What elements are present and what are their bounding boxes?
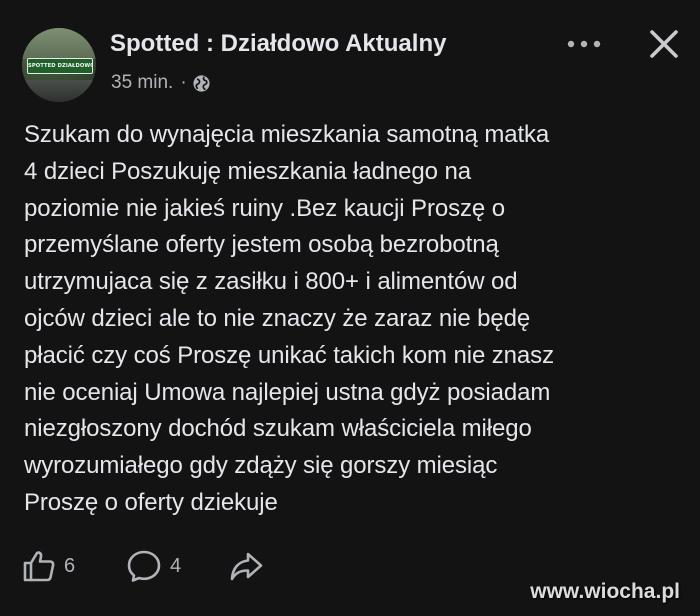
post-text-line: poziomie nie jakieś ruiny .Bez kaucji Pr… bbox=[24, 194, 505, 222]
post-text-line: nie oceniaj Umowa najlepiej ustna gdyż p… bbox=[24, 378, 551, 406]
like-button[interactable]: 6 bbox=[22, 549, 126, 583]
post-actions: 6 4 bbox=[22, 548, 264, 584]
post-text-line: płacić czy coś Proszę unikać takich kom … bbox=[24, 341, 554, 369]
close-icon bbox=[650, 30, 678, 58]
avatar-sign: SPOTTED DZIAŁDOWO bbox=[27, 58, 93, 74]
post-text-line: przemyślane oferty jestem osobą bezrobot… bbox=[24, 231, 499, 259]
post-text-line: wyrozumiałego gdy zdąży się gorszy miesi… bbox=[24, 452, 498, 480]
post-text-line: ojców dzieci ale to nie znaczy że zaraz … bbox=[24, 304, 531, 332]
watermark: www.wiocha.pl bbox=[530, 580, 680, 603]
post-text-line: Szukam do wynajęcia mieszkania samotną m… bbox=[24, 121, 550, 148]
post-text-line: utrzymujaca się z zasiłku i 800+ i alime… bbox=[24, 268, 518, 296]
more-options-button[interactable] bbox=[565, 34, 605, 54]
post-text-line: Proszę o oferty dziekuje bbox=[24, 488, 278, 516]
comment-button[interactable]: 4 bbox=[126, 549, 228, 583]
page-avatar[interactable]: SPOTTED DZIAŁDOWO bbox=[22, 28, 96, 102]
comment-icon bbox=[127, 550, 161, 582]
post-meta: 35 min. · bbox=[111, 72, 211, 94]
post-text-line: niezgłoszony dochód szukam właściciela m… bbox=[24, 415, 532, 443]
page-name[interactable]: Spotted : Działdowo Aktualny bbox=[110, 30, 446, 58]
share-icon bbox=[230, 552, 263, 581]
close-button[interactable] bbox=[646, 26, 682, 62]
post-text-line: 4 dzieci Poszukuję mieszkania ładnego na bbox=[24, 157, 471, 185]
share-button[interactable] bbox=[228, 549, 264, 583]
post-timestamp[interactable]: 35 min. bbox=[111, 72, 173, 94]
meta-separator: · bbox=[180, 72, 187, 93]
like-count: 6 bbox=[64, 554, 76, 577]
post-text: Szukam do wynajęcia mieszkania samotną m… bbox=[24, 117, 684, 522]
facebook-post: SPOTTED DZIAŁDOWO Spotted : Działdowo Ak… bbox=[0, 0, 700, 616]
more-horizontal-icon bbox=[567, 40, 601, 48]
thumbs-up-icon bbox=[23, 551, 55, 582]
globe-icon bbox=[193, 74, 210, 92]
comment-count: 4 bbox=[170, 554, 182, 577]
